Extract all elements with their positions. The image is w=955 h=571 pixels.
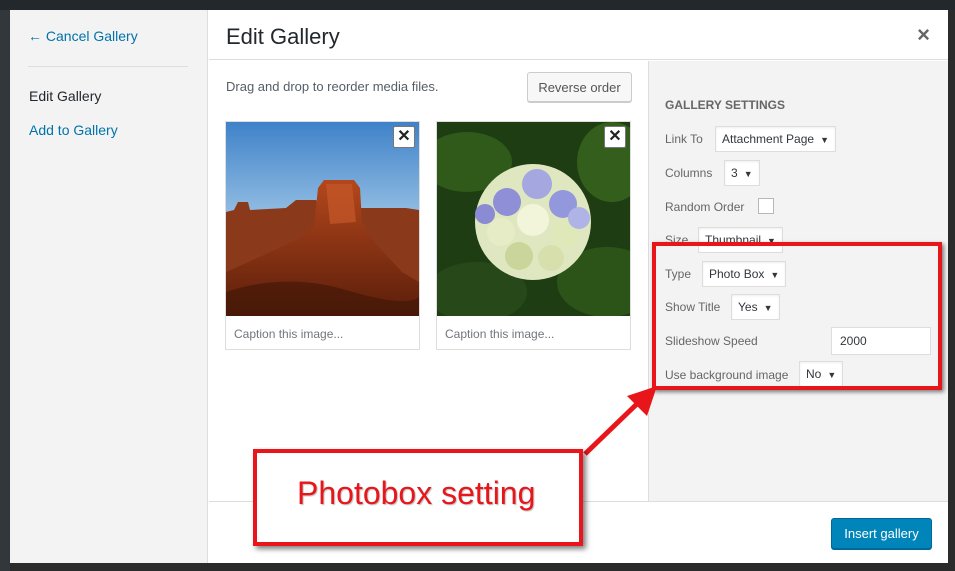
media-menu: ← Cancel Gallery Edit Gallery Add to Gal… [10,10,208,563]
link-to-value: Attachment Page [722,132,815,146]
columns-label: Columns [665,166,713,180]
admin-bar [0,0,955,10]
insert-gallery-button[interactable]: Insert gallery [831,518,932,549]
remove-icon[interactable]: ✕ [604,126,626,148]
random-order-label: Random Order [665,200,745,214]
reverse-order-button[interactable]: Reverse order [527,72,632,102]
cancel-gallery-link[interactable]: ← Cancel Gallery [28,28,138,44]
page-title: Edit Gallery [226,24,340,49]
modal-title-bar: Edit Gallery × [209,10,948,60]
caption-field[interactable]: Caption this image... [234,327,343,341]
gallery-item[interactable]: ✕ Caption this image... [436,121,631,350]
desert-mesa-image[interactable] [226,122,419,316]
reorder-instructions: Drag and drop to reorder media files. [226,79,439,94]
menu-item-edit-gallery[interactable]: Edit Gallery [29,88,101,104]
annotation-highlight [652,242,942,390]
gallery-item[interactable]: ✕ Caption this image... [225,121,420,350]
menu-separator [28,66,188,67]
annotation-arrow-icon [583,386,657,456]
gallery-settings-heading: Gallery Settings [665,98,786,112]
callout-text: Photobox setting [297,475,536,511]
admin-menu [0,10,10,571]
link-to-label: Link To [665,132,703,146]
columns-value: 3 [731,166,738,180]
columns-select[interactable]: 3 ▼ [724,160,760,186]
caption-field[interactable]: Caption this image... [445,327,554,341]
link-to-select[interactable]: Attachment Page ▼ [715,126,836,152]
menu-item-add-to-gallery[interactable]: Add to Gallery [29,122,118,138]
dropdown-arrow-icon: ▼ [743,169,753,179]
close-icon[interactable]: × [917,22,930,48]
random-order-checkbox[interactable] [758,198,774,214]
dropdown-arrow-icon: ▼ [820,135,829,145]
annotation-callout: Photobox setting [253,449,583,546]
hydrangea-image[interactable] [437,122,630,316]
remove-icon[interactable]: ✕ [393,126,415,148]
